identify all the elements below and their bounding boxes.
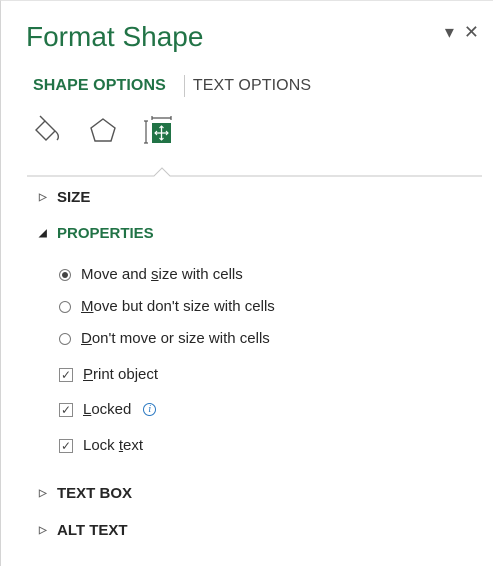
size-properties-button[interactable] <box>143 115 175 147</box>
tab-shape-options[interactable]: SHAPE OPTIONS <box>33 77 166 95</box>
fill-line-icon <box>35 115 60 141</box>
section-properties-label: PROPERTIES <box>57 225 154 242</box>
chevron-down-icon[interactable]: ▾ <box>445 23 454 41</box>
radio-selected-dot <box>62 271 68 278</box>
section-size[interactable]: ▷ SIZE <box>39 189 90 206</box>
format-shape-pane: Format Shape ▾ ✕ SHAPE OPTIONS TEXT OPTI… <box>0 0 493 566</box>
checkbox[interactable]: ✓ <box>59 438 73 453</box>
collapse-triangle-icon: ◢ <box>39 228 47 239</box>
radio-move-no-size[interactable]: Move but don't size with cells <box>59 298 275 315</box>
fill-line-button[interactable] <box>31 115 63 147</box>
radio-label: Move but don't size with cells <box>81 298 275 315</box>
pane-title: Format Shape <box>26 21 204 52</box>
pane-window-controls: ▾ ✕ <box>445 23 479 41</box>
section-size-label: SIZE <box>57 189 91 206</box>
checkbox-label: Locked <box>83 401 132 418</box>
radio-button[interactable] <box>59 300 71 313</box>
options-tabs: SHAPE OPTIONS TEXT OPTIONS <box>33 75 311 97</box>
option-category-icons <box>31 115 199 147</box>
checkbox-locked[interactable]: ✓ Locked i <box>59 401 157 418</box>
radio-button[interactable] <box>59 332 71 345</box>
effects-button[interactable] <box>87 115 119 147</box>
radio-dont-move-or-size[interactable]: Don't move or size with cells <box>59 330 270 347</box>
checkbox-print-object[interactable]: ✓ Print object <box>59 366 158 383</box>
expand-triangle-icon: ▷ <box>39 192 47 203</box>
checkbox[interactable]: ✓ <box>59 402 73 417</box>
radio-move-and-size[interactable]: Move and size with cells <box>59 266 243 283</box>
checkbox-lock-text[interactable]: ✓ Lock text <box>59 437 143 454</box>
expand-triangle-icon: ▷ <box>39 488 47 499</box>
tab-separator <box>183 75 185 97</box>
info-icon[interactable]: i <box>143 403 157 416</box>
checkbox-label: Print object <box>83 366 159 383</box>
size-properties-icon <box>144 116 172 144</box>
section-properties[interactable]: ◢ PROPERTIES <box>39 225 154 242</box>
effects-icon <box>90 118 116 142</box>
section-text-box-label: TEXT BOX <box>57 485 133 502</box>
close-icon[interactable]: ✕ <box>464 23 479 41</box>
checkbox[interactable]: ✓ <box>59 367 73 382</box>
expand-triangle-icon: ▷ <box>39 525 47 536</box>
tab-indicator-divider <box>27 161 482 177</box>
checkbox-label: Lock text <box>83 437 144 454</box>
tab-text-options[interactable]: TEXT OPTIONS <box>193 77 311 95</box>
section-alt-text-label: ALT TEXT <box>57 522 128 539</box>
radio-label: Move and size with cells <box>81 266 243 283</box>
section-text-box[interactable]: ▷ TEXT BOX <box>39 485 132 502</box>
section-alt-text[interactable]: ▷ ALT TEXT <box>39 522 128 539</box>
radio-label: Don't move or size with cells <box>81 330 270 347</box>
radio-button[interactable] <box>59 268 71 281</box>
